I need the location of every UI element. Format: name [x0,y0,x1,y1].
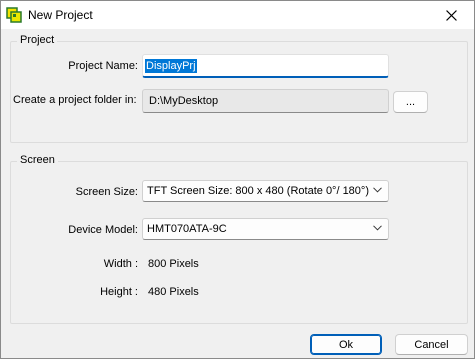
device-model-select[interactable]: HMT070ATA-9C [142,218,389,240]
app-icon [6,7,22,23]
new-project-dialog: New Project Project Project Name: Displa… [0,0,475,359]
close-button[interactable] [428,1,474,29]
close-icon [445,9,457,21]
project-folder-label: Create a project folder in: [13,94,137,106]
width-label: Width : [103,258,138,270]
browse-folder-label: ... [405,96,416,108]
screen-size-value: TFT Screen Size: 800 x 480 (Rotate 0°/ 1… [147,185,369,197]
cancel-button-label: Cancel [414,338,449,351]
window-title: New Project [28,8,93,22]
project-name-input[interactable]: DisplayPrj [142,54,389,78]
project-folder-field: D:\MyDesktop [142,89,389,113]
width-value: 800 Pixels [148,258,199,270]
height-value: 480 Pixels [148,286,199,298]
title-bar: New Project [1,1,474,29]
device-model-value: HMT070ATA-9C [147,223,227,235]
ok-button-label: Ok [338,338,354,351]
device-model-label: Device Model: [68,224,138,236]
project-name-value: DisplayPrj [145,58,197,73]
screen-group-title: Screen [17,154,58,166]
screen-size-label: Screen Size: [75,186,138,198]
ok-button[interactable]: Ok [310,334,382,355]
browse-folder-button[interactable]: ... [393,91,428,113]
height-label: Height : [100,286,138,298]
project-group-title: Project [17,34,58,46]
chevron-down-icon [373,187,382,193]
screen-size-select[interactable]: TFT Screen Size: 800 x 480 (Rotate 0°/ 1… [142,180,389,202]
chevron-down-icon [373,225,382,231]
project-name-label: Project Name: [68,60,138,72]
project-folder-value: D:\MyDesktop [149,95,219,107]
cancel-button[interactable]: Cancel [395,334,468,355]
